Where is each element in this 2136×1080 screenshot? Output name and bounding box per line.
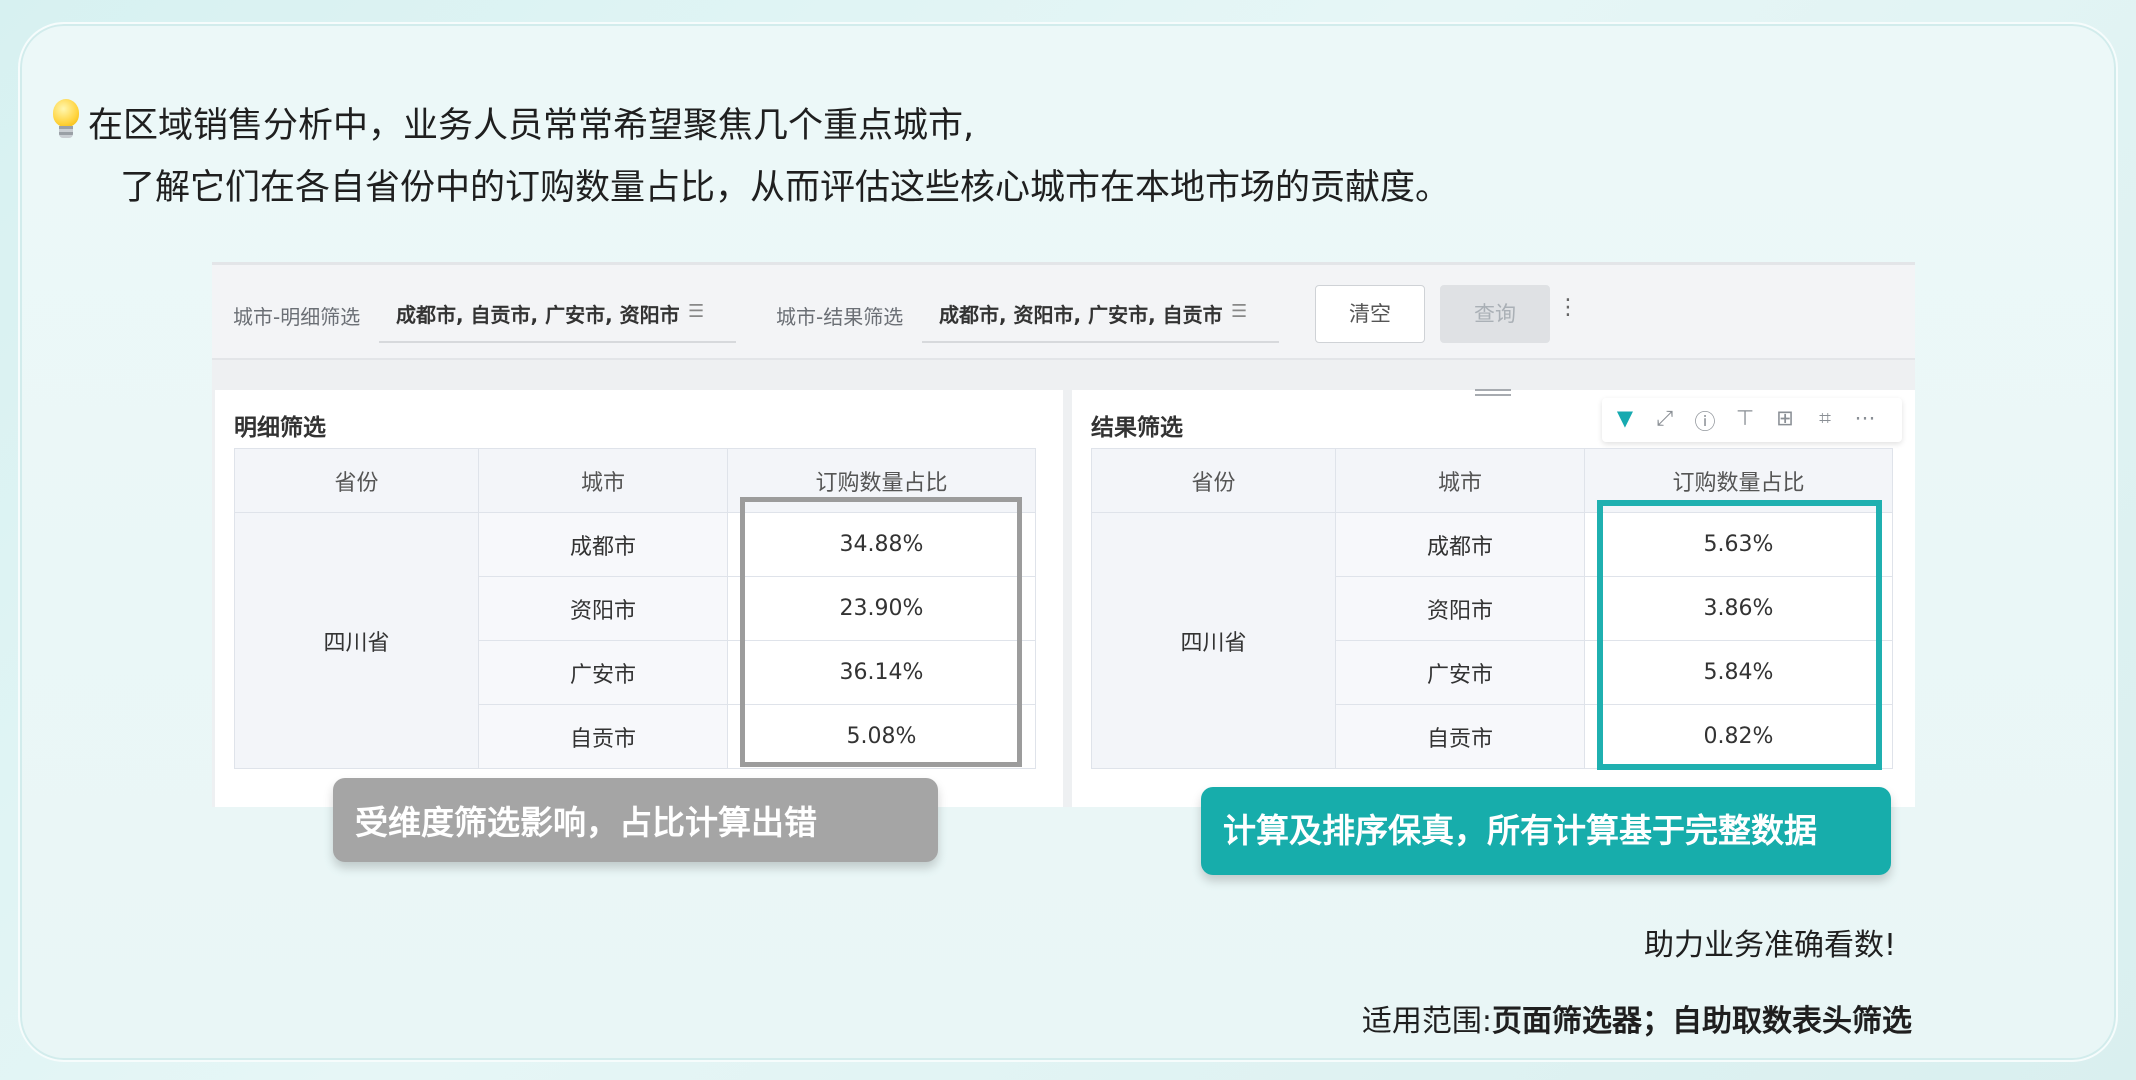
city-cell: 成都市: [478, 512, 728, 577]
panel-title: 结果筛选: [1091, 415, 1183, 441]
table-settings-icon[interactable]: ⊞: [1770, 406, 1800, 430]
header-province[interactable]: 省份: [1091, 448, 1336, 513]
query-button[interactable]: 查询: [1440, 285, 1550, 343]
intro-line-2: 了解它们在各自省份中的订购数量占比，从而评估这些核心城市在本地市场的贡献度。: [120, 168, 1451, 208]
callout-accurate: 计算及排序保真，所有计算基于完整数据: [1201, 787, 1891, 875]
intro-line-1: 在区域销售分析中，业务人员常常希望聚焦几个重点城市,: [50, 95, 1450, 157]
city-cell: 自贡市: [478, 704, 728, 769]
header-city[interactable]: 城市: [478, 448, 728, 513]
result-filter-underline: [922, 341, 1279, 343]
city-cell: 资阳市: [1335, 576, 1585, 641]
lightbulb-icon: [50, 99, 82, 141]
detail-filter-underline: [379, 341, 736, 343]
filter-icon[interactable]: ▼: [1610, 406, 1640, 430]
header-province[interactable]: 省份: [234, 448, 479, 513]
city-cell: 自贡市: [1335, 704, 1585, 769]
city-cell: 成都市: [1335, 512, 1585, 577]
province-cell: 四川省: [234, 512, 479, 769]
multi-select-icon[interactable]: ☰: [1231, 301, 1247, 322]
multi-select-icon[interactable]: ☰: [688, 301, 704, 322]
province-cell: 四川省: [1091, 512, 1336, 769]
more-icon[interactable]: ⋯: [1850, 406, 1880, 430]
footer-tagline: 助力业务准确看数!: [1643, 928, 1896, 963]
panel-title: 明细筛选: [234, 415, 326, 441]
highlight-box-gray: [740, 497, 1022, 767]
clear-button[interactable]: 清空: [1315, 285, 1425, 343]
filter-bar: 城市-明细筛选 成都市, 自贡市, 广安市, 资阳市 ☰ 城市-结果筛选 成都市…: [212, 262, 1915, 360]
result-filter-label: 城市-结果筛选: [776, 305, 904, 329]
more-options-icon[interactable]: ⋮: [1557, 295, 1579, 320]
city-cell: 广安市: [1335, 640, 1585, 705]
highlight-box-teal: [1597, 500, 1882, 770]
format-painter-icon[interactable]: ⌗: [1810, 406, 1840, 431]
info-icon[interactable]: ⓘ: [1690, 406, 1720, 436]
footer-scope: 适用范围:页面筛选器；自助取数表头筛选: [1362, 996, 1912, 1040]
align-icon[interactable]: ⊤: [1730, 406, 1760, 430]
result-filter-value[interactable]: 成都市, 资阳市, 广安市, 自贡市: [939, 299, 1223, 328]
city-cell: 资阳市: [478, 576, 728, 641]
expand-icon[interactable]: ⤢: [1650, 406, 1680, 431]
panel-toolbar: ▼ ⤢ ⓘ ⊤ ⊞ ⌗ ⋯: [1602, 398, 1902, 442]
detail-filter-value[interactable]: 成都市, 自贡市, 广安市, 资阳市: [396, 299, 680, 328]
intro-text: 在区域销售分析中，业务人员常常希望聚焦几个重点城市, 了解它们在各自省份中的订购…: [50, 95, 1450, 219]
scope-value: 页面筛选器；自助取数表头筛选: [1492, 1004, 1912, 1039]
detail-filter-label: 城市-明细筛选: [233, 305, 361, 329]
drag-handle[interactable]: [1457, 386, 1529, 402]
intro-line-1-text: 在区域销售分析中，业务人员常常希望聚焦几个重点城市,: [88, 106, 975, 146]
city-cell: 广安市: [478, 640, 728, 705]
header-city[interactable]: 城市: [1335, 448, 1585, 513]
scope-label: 适用范围:: [1361, 1004, 1492, 1039]
callout-error: 受维度筛选影响，占比计算出错: [333, 778, 938, 862]
